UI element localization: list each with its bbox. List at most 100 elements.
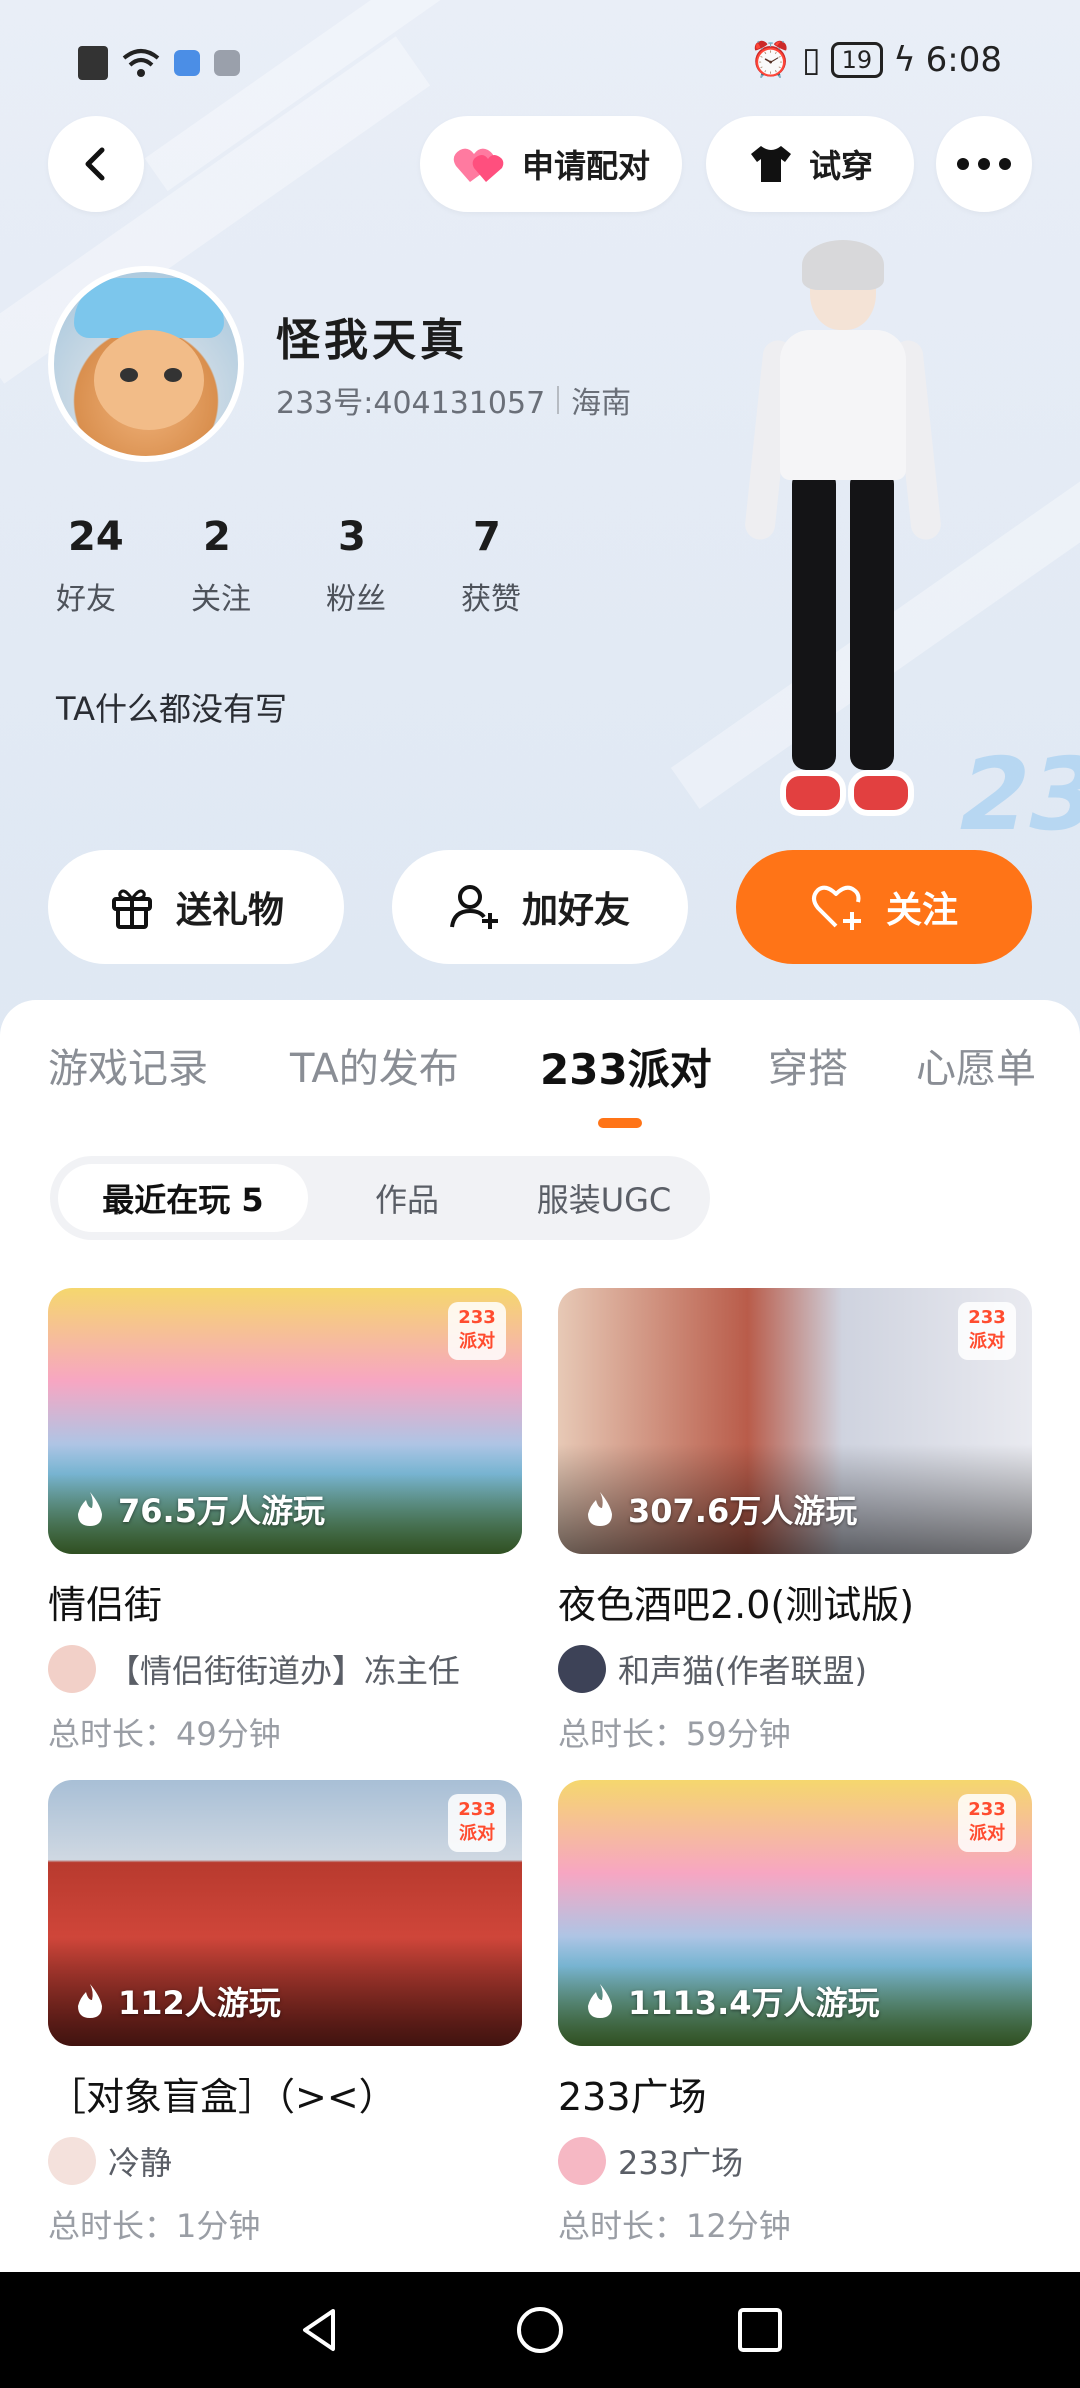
status-bar: ⏰ ▯ 19 ϟ 6:08 bbox=[0, 0, 1080, 130]
play-count: 76.5万人游玩 bbox=[74, 1486, 325, 1532]
more-options-button[interactable] bbox=[936, 116, 1032, 212]
stat-followers[interactable]: 3 粉丝 bbox=[326, 514, 461, 618]
wifi-icon bbox=[122, 49, 160, 77]
game-title: 夜色酒吧2.0(测试版) bbox=[558, 1583, 915, 1627]
game-card[interactable]: 233 派对 76.5万人游玩 情侣街 【情侣街街道办】冻主任 总时长：49分钟 bbox=[48, 1288, 522, 1755]
stat-value: 7 bbox=[473, 514, 501, 560]
game-card[interactable]: 233 派对 1113.4万人游玩 233广场 233广场 总时长：12分钟 bbox=[558, 1780, 1032, 2247]
heart-plus-icon bbox=[811, 885, 861, 930]
add-friend-label: 加好友 bbox=[521, 890, 630, 931]
author-name: 【情侣街街道办】冻主任 bbox=[108, 1652, 461, 1690]
send-gift-button[interactable]: 送礼物 bbox=[48, 850, 344, 964]
stat-likes[interactable]: 7 获赞 bbox=[461, 514, 596, 618]
game-card[interactable]: 233 派对 112人游玩 ［对象盲盒］（><） 冷静 总时长：1分钟 bbox=[48, 1780, 522, 2247]
segment-recently-played[interactable]: 最近在玩 5 bbox=[58, 1164, 308, 1232]
user-location: 海南 bbox=[571, 386, 632, 421]
play-duration: 总时长：49分钟 bbox=[48, 1715, 281, 1753]
user-id-row: 233号:404131057 海南 bbox=[276, 378, 631, 422]
233-party-badge: 233 派对 bbox=[958, 1302, 1016, 1360]
segment-control: 最近在玩 5 作品 服装UGC bbox=[50, 1156, 710, 1240]
game-author[interactable]: 【情侣街街道办】冻主任 bbox=[48, 1645, 522, 1693]
tab-233-party[interactable]: 233派对 bbox=[540, 1036, 712, 1097]
play-count-text: 1113.4万人游玩 bbox=[628, 1984, 880, 2022]
game-thumbnail[interactable]: 233 派对 112人游玩 bbox=[48, 1780, 522, 2046]
request-match-label: 申请配对 bbox=[521, 147, 650, 185]
request-match-button[interactable]: 申请配对 bbox=[420, 116, 682, 212]
tab-outfits[interactable]: 穿搭 bbox=[768, 1036, 848, 1094]
add-user-icon bbox=[449, 885, 498, 929]
nav-home-icon[interactable] bbox=[515, 2305, 565, 2355]
username: 怪我天真 bbox=[276, 315, 468, 366]
user-bio: TA什么都没有写 bbox=[56, 690, 287, 728]
game-author[interactable]: 和声猫(作者联盟) bbox=[558, 1645, 1032, 1693]
vibrate-icon: ▯ bbox=[801, 40, 821, 80]
battery-indicator: 19 bbox=[830, 42, 884, 78]
play-count-text: 76.5万人游玩 bbox=[118, 1492, 325, 1530]
user-avatar[interactable] bbox=[48, 266, 244, 462]
game-thumbnail[interactable]: 233 派对 307.6万人游玩 bbox=[558, 1288, 1032, 1554]
stat-friends[interactable]: 24 好友 bbox=[56, 514, 191, 618]
play-count-text: 307.6万人游玩 bbox=[628, 1492, 858, 1530]
more-dots-icon bbox=[957, 158, 1011, 170]
game-author[interactable]: 233广场 bbox=[558, 2137, 1032, 2185]
game-card[interactable]: 233 派对 307.6万人游玩 夜色酒吧2.0(测试版) 和声猫(作者联盟) 总… bbox=[558, 1288, 1032, 1755]
back-button[interactable] bbox=[48, 116, 144, 212]
follow-button[interactable]: 关注 bbox=[736, 850, 1032, 964]
author-avatar bbox=[558, 1645, 606, 1693]
stat-value: 24 bbox=[68, 514, 124, 560]
segment-works[interactable]: 作品 bbox=[312, 1164, 502, 1232]
system-navigation-bar bbox=[0, 2272, 1080, 2388]
try-on-label: 试穿 bbox=[808, 147, 873, 185]
233-party-badge: 233 派对 bbox=[448, 1794, 506, 1852]
play-count: 112人游玩 bbox=[74, 1978, 281, 2024]
233-party-badge: 233 派对 bbox=[448, 1302, 506, 1360]
gift-icon bbox=[111, 889, 152, 929]
author-name: 233广场 bbox=[618, 2144, 744, 2182]
stat-following[interactable]: 2 关注 bbox=[191, 514, 326, 618]
separator bbox=[557, 386, 560, 414]
nav-recents-icon[interactable] bbox=[735, 2305, 785, 2355]
flame-icon bbox=[588, 1492, 612, 1526]
tab-game-records[interactable]: 游戏记录 bbox=[48, 1036, 208, 1094]
game-thumbnail[interactable]: 233 派对 76.5万人游玩 bbox=[48, 1288, 522, 1554]
play-count-text: 112人游玩 bbox=[118, 1984, 281, 2022]
author-avatar bbox=[558, 2137, 606, 2185]
author-avatar bbox=[48, 2137, 96, 2185]
tab-indicator bbox=[598, 1118, 642, 1128]
author-avatar bbox=[48, 1645, 96, 1693]
charging-icon: ϟ bbox=[893, 40, 916, 80]
tab-wishlist[interactable]: 心愿单 bbox=[916, 1036, 1036, 1094]
author-name: 冷静 bbox=[108, 2144, 173, 2182]
stat-label: 关注 bbox=[191, 582, 251, 617]
game-author[interactable]: 冷静 bbox=[48, 2137, 522, 2185]
game-title: 情侣街 bbox=[48, 1583, 163, 1627]
alert-icon bbox=[78, 46, 108, 80]
hearts-icon bbox=[453, 148, 504, 182]
add-friend-button[interactable]: 加好友 bbox=[392, 850, 688, 964]
play-duration: 总时长：1分钟 bbox=[48, 2207, 261, 2245]
stat-label: 好友 bbox=[56, 582, 116, 617]
follow-label: 关注 bbox=[885, 890, 958, 931]
clock: 6:08 bbox=[925, 40, 1002, 80]
author-name: 和声猫(作者联盟) bbox=[618, 1652, 867, 1690]
stat-value: 3 bbox=[338, 514, 366, 560]
nav-back-icon[interactable] bbox=[295, 2305, 345, 2355]
back-arrow-icon bbox=[85, 147, 105, 181]
segment-clothing-ugc[interactable]: 服装UGC bbox=[506, 1164, 702, 1232]
profile-stats: 24 好友 2 关注 3 粉丝 7 获赞 bbox=[56, 514, 596, 618]
play-duration: 总时长：12分钟 bbox=[558, 2207, 791, 2245]
tab-posts[interactable]: TA的发布 bbox=[290, 1036, 459, 1094]
stat-label: 粉丝 bbox=[326, 582, 386, 617]
play-count: 1113.4万人游玩 bbox=[584, 1978, 880, 2024]
app-notification-icon bbox=[174, 50, 200, 76]
stat-label: 获赞 bbox=[461, 582, 521, 617]
flame-icon bbox=[78, 1984, 102, 2018]
app-notification-icon-2 bbox=[214, 50, 240, 76]
play-duration: 总时长：59分钟 bbox=[558, 1715, 791, 1753]
game-title: ［对象盲盒］（><） bbox=[48, 2075, 397, 2119]
try-on-button[interactable]: 试穿 bbox=[706, 116, 914, 212]
game-thumbnail[interactable]: 233 派对 1113.4万人游玩 bbox=[558, 1780, 1032, 2046]
avatar-3d-character[interactable] bbox=[740, 230, 943, 850]
user-id: 233号:404131057 bbox=[276, 386, 546, 421]
flame-icon bbox=[78, 1492, 102, 1526]
